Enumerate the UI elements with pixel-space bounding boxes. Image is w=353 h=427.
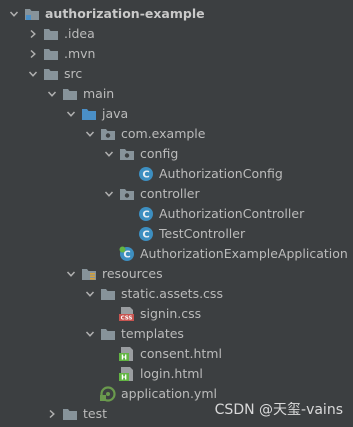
arrow-spacer xyxy=(84,384,96,404)
arrow-spacer xyxy=(103,364,115,384)
tree-item-label: AuthorizationController xyxy=(159,206,305,221)
source-folder-icon xyxy=(81,106,97,122)
tree-item-label: AuthorizationConfig xyxy=(159,166,283,181)
chevron-right-icon[interactable] xyxy=(27,44,39,64)
tree-row-config[interactable]: config xyxy=(0,144,353,164)
tree-item-label: AuthorizationExampleApplication xyxy=(140,246,348,261)
tree-row-mvn[interactable]: .mvn xyxy=(0,44,353,64)
arrow-spacer xyxy=(122,164,134,184)
tree-item-label: authorization-example xyxy=(45,6,205,21)
chevron-down-icon[interactable] xyxy=(46,84,58,104)
tree-item-label: controller xyxy=(140,186,200,201)
tree-row-login-html[interactable]: Hlogin.html xyxy=(0,364,353,384)
project-tree: authorization-example .idea .mvn src main jav… xyxy=(0,0,353,427)
svg-text:C: C xyxy=(142,210,149,221)
chevron-right-icon[interactable] xyxy=(46,404,58,424)
arrow-spacer xyxy=(103,344,115,364)
package-icon xyxy=(119,146,135,162)
tree-row-static-assets-css[interactable]: static.assets.css xyxy=(0,284,353,304)
chevron-down-icon[interactable] xyxy=(65,264,77,284)
tree-row-idea[interactable]: .idea xyxy=(0,24,353,44)
tree-row-authorizationcontroller[interactable]: C AuthorizationController xyxy=(0,204,353,224)
yml-file-icon xyxy=(100,386,116,402)
arrow-spacer xyxy=(103,304,115,324)
tree-row-java[interactable]: java xyxy=(0,104,353,124)
tree-item-label: signin.css xyxy=(140,306,202,321)
resources-folder-icon xyxy=(81,266,97,282)
html-file-icon: H xyxy=(119,366,135,382)
folder-icon xyxy=(62,86,78,102)
svg-text:C: C xyxy=(142,230,149,241)
svg-text:C: C xyxy=(142,170,149,181)
tree-item-label: application.yml xyxy=(121,386,217,401)
tree-item-label: templates xyxy=(121,326,184,341)
project-folder-icon xyxy=(24,6,40,22)
class-icon: C xyxy=(138,206,154,222)
chevron-down-icon[interactable] xyxy=(84,324,96,344)
folder-icon xyxy=(100,286,116,302)
package-icon xyxy=(119,186,135,202)
class-icon: C xyxy=(138,226,154,242)
tree-item-label: .idea xyxy=(64,26,95,41)
watermark: CSDN @天玺-vains xyxy=(214,402,343,418)
tree-row-testcontroller[interactable]: C TestController xyxy=(0,224,353,244)
tree-row-authorizationexampleapplication[interactable]: C AuthorizationExampleApplication xyxy=(0,244,353,264)
folder-icon xyxy=(62,406,78,422)
tree-item-label: config xyxy=(140,146,179,161)
tree-item-label: test xyxy=(83,406,108,421)
chevron-down-icon[interactable] xyxy=(27,64,39,84)
chevron-down-icon[interactable] xyxy=(103,144,115,164)
svg-text:H: H xyxy=(121,374,127,382)
arrow-spacer xyxy=(122,204,134,224)
chevron-down-icon[interactable] xyxy=(65,104,77,124)
tree-row-consent-html[interactable]: Hconsent.html xyxy=(0,344,353,364)
tree-item-label: consent.html xyxy=(140,346,222,361)
chevron-down-icon[interactable] xyxy=(103,184,115,204)
spring-boot-class-icon: C xyxy=(119,246,135,262)
svg-text:CSS: CSS xyxy=(121,316,133,322)
chevron-down-icon[interactable] xyxy=(84,284,96,304)
tree-row-resources[interactable]: resources xyxy=(0,264,353,284)
tree-item-label: .mvn xyxy=(64,46,96,61)
chevron-down-icon[interactable] xyxy=(8,4,20,24)
tree-item-label: resources xyxy=(102,266,163,281)
package-icon xyxy=(100,126,116,142)
tree-row-signin-css[interactable]: CSS signin.css xyxy=(0,304,353,324)
folder-icon xyxy=(43,26,59,42)
tree-item-label: com.example xyxy=(121,126,206,141)
folder-icon xyxy=(43,46,59,62)
css-file-icon: CSS xyxy=(119,306,135,322)
tree-item-label: TestController xyxy=(159,226,246,241)
folder-icon xyxy=(43,66,59,82)
tree-item-label: login.html xyxy=(140,366,203,381)
folder-icon xyxy=(100,326,116,342)
tree-item-label: java xyxy=(102,106,129,121)
tree-item-label: main xyxy=(83,86,115,101)
html-file-icon: H xyxy=(119,346,135,362)
tree-row-main[interactable]: main xyxy=(0,84,353,104)
tree-row-templates[interactable]: templates xyxy=(0,324,353,344)
arrow-spacer xyxy=(103,244,115,264)
tree-row-com-example[interactable]: com.example xyxy=(0,124,353,144)
tree-item-label: src xyxy=(64,66,83,81)
svg-text:H: H xyxy=(121,354,127,362)
class-icon: C xyxy=(138,166,154,182)
tree-item-label: static.assets.css xyxy=(121,286,223,301)
tree-row-authorizationconfig[interactable]: C AuthorizationConfig xyxy=(0,164,353,184)
arrow-spacer xyxy=(122,224,134,244)
tree-row-authorization-example[interactable]: authorization-example xyxy=(0,4,353,24)
tree-row-controller[interactable]: controller xyxy=(0,184,353,204)
tree-row-src[interactable]: src xyxy=(0,64,353,84)
chevron-right-icon[interactable] xyxy=(27,24,39,44)
chevron-down-icon[interactable] xyxy=(84,124,96,144)
